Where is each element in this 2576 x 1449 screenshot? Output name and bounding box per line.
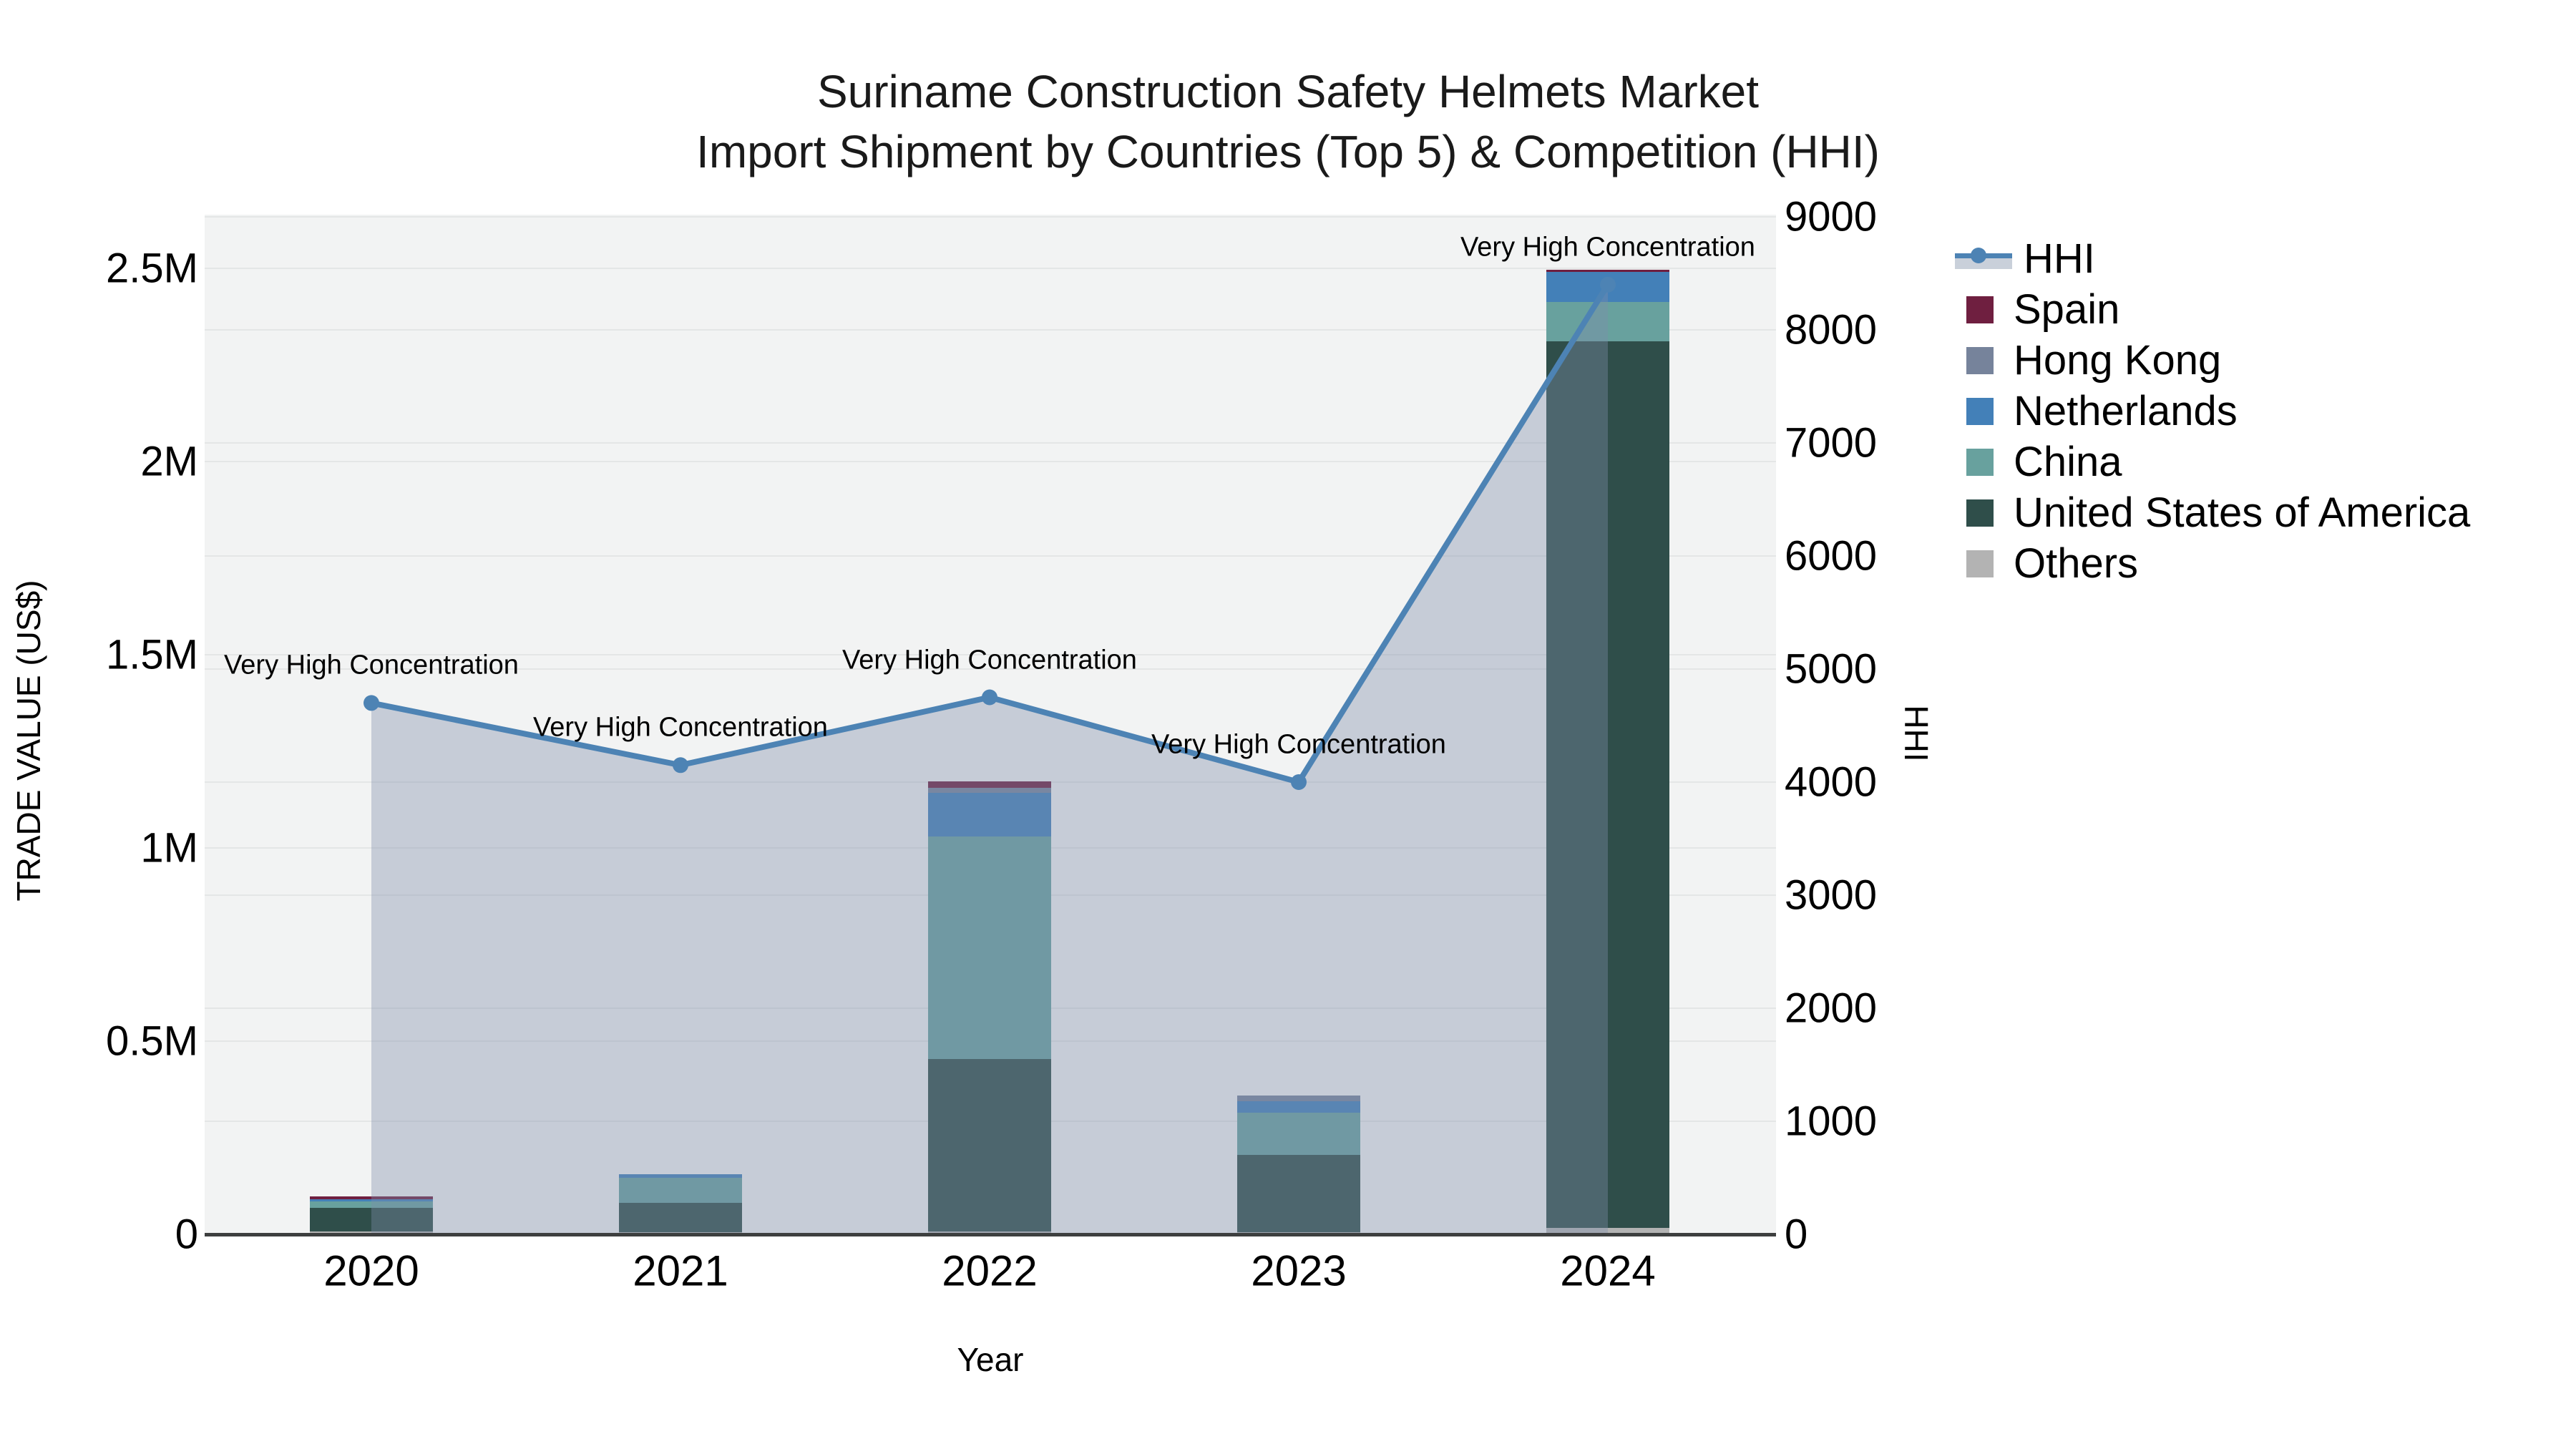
y-right-tick-1000: 1000: [1785, 1098, 1878, 1145]
x-tick-2023: 2023: [1251, 1246, 1347, 1295]
bar-netherlands-2021[interactable]: [619, 1174, 742, 1179]
hhi-annotation-2021: Very High Concentration: [533, 712, 828, 743]
spain-swatch-icon: [1966, 296, 1994, 323]
x-tick-2020: 2020: [323, 1246, 419, 1295]
chart-title: Suriname Construction Safety Helmets Mar…: [816, 66, 1760, 117]
china-swatch-icon: [1966, 448, 1994, 476]
chart-figure: Suriname Construction Safety Helmets Mar…: [0, 0, 2576, 1449]
hong-kong-swatch-icon: [1966, 346, 1994, 374]
x-tick-2022: 2022: [942, 1246, 1038, 1295]
legend-item-others[interactable]: Others: [1966, 538, 2470, 589]
bar-spain-2020[interactable]: [310, 1196, 433, 1200]
legend-label-spain: Spain: [2014, 286, 2120, 333]
gridline-trade-2.5M: [205, 268, 1776, 269]
hhi-annotation-2020: Very High Concentration: [224, 650, 519, 680]
y-right-tick-9000: 9000: [1785, 193, 1878, 240]
gridline-hhi-8000: [205, 329, 1776, 331]
gridline-hhi-6000: [205, 555, 1776, 557]
y-right-tick-6000: 6000: [1785, 532, 1878, 580]
y-left-tick-0.5M: 0.5M: [106, 1018, 198, 1065]
y-right-tick-3000: 3000: [1785, 872, 1878, 919]
x-tick-2024: 2024: [1560, 1246, 1656, 1295]
y-right-tick-5000: 5000: [1785, 645, 1878, 693]
y-left-tick-1M: 1M: [140, 824, 198, 872]
legend-item-hong-kong[interactable]: Hong Kong: [1966, 335, 2470, 386]
right-axis-title: HHI: [1898, 705, 1935, 762]
bar-hong-kong-2022[interactable]: [928, 787, 1051, 793]
x-axis-line: [205, 1233, 1776, 1236]
bar-united-states-of-america-2022[interactable]: [928, 1059, 1051, 1232]
legend-label-hhi: HHI: [2024, 235, 2095, 282]
bar-china-2021[interactable]: [619, 1178, 742, 1204]
y-right-tick-7000: 7000: [1785, 419, 1878, 467]
bar-netherlands-2023[interactable]: [1237, 1101, 1360, 1113]
gridline-hhi-7000: [205, 442, 1776, 444]
bar-china-2022[interactable]: [928, 836, 1051, 1060]
hhi-point-2023[interactable]: [1291, 774, 1307, 790]
y-left-tick-2.5M: 2.5M: [106, 245, 198, 292]
bar-china-2024[interactable]: [1546, 301, 1669, 342]
legend-label-hong-kong: Hong Kong: [2014, 337, 2222, 384]
bar-netherlands-2022[interactable]: [928, 792, 1051, 837]
legend-item-spain[interactable]: Spain: [1966, 284, 2470, 335]
gridline-trade-2M: [205, 461, 1776, 462]
chart-subtitle: Import Shipment by Countries (Top 5) & C…: [696, 126, 1880, 177]
hhi-point-2020[interactable]: [364, 695, 379, 711]
y-right-tick-2000: 2000: [1785, 985, 1878, 1032]
legend-label-china: China: [2014, 439, 2122, 485]
hhi-legend-dot: [1971, 247, 1986, 263]
legend-item-hhi[interactable]: HHI: [1955, 233, 2470, 284]
hhi-annotation-2022: Very High Concentration: [842, 645, 1137, 675]
legend-label-united-states-of-america: United States of America: [2014, 489, 2471, 536]
hhi-point-2021[interactable]: [673, 757, 688, 774]
hhi-point-2024[interactable]: [1600, 276, 1616, 293]
x-axis-title: Year: [957, 1341, 1024, 1378]
legend: HHI Spain Hong Kong Netherlands China United …: [1955, 233, 2470, 589]
hhi-annotation-2023: Very High Concentration: [1151, 729, 1446, 760]
netherlands-swatch-icon: [1966, 397, 1994, 425]
bar-spain-2022[interactable]: [928, 781, 1051, 788]
bar-united-states-of-america-2021[interactable]: [619, 1203, 742, 1232]
bar-united-states-of-america-2020[interactable]: [310, 1208, 433, 1231]
hhi-annotation-2024: Very High Concentration: [1460, 232, 1755, 263]
y-left-tick-1.5M: 1.5M: [106, 631, 198, 678]
y-left-tick-0: 0: [175, 1211, 198, 1258]
united-states-of-america-swatch-icon: [1966, 499, 1994, 527]
legend-item-china[interactable]: China: [1966, 436, 2470, 487]
x-tick-2021: 2021: [633, 1246, 728, 1295]
bar-united-states-of-america-2023[interactable]: [1237, 1155, 1360, 1233]
gridline-hhi-9000: [205, 216, 1776, 218]
y-right-tick-8000: 8000: [1785, 306, 1878, 353]
hhi-point-2022[interactable]: [982, 689, 997, 706]
bar-spain-2024[interactable]: [1546, 269, 1669, 272]
left-axis-title: TRADE VALUE (US$): [10, 580, 47, 902]
bar-china-2023[interactable]: [1237, 1112, 1360, 1156]
legend-item-united-states-of-america[interactable]: United States of America: [1966, 487, 2470, 538]
legend-label-others: Others: [2014, 540, 2139, 587]
bar-netherlands-2020[interactable]: [310, 1199, 433, 1202]
hhi-line-legend-icon: [1955, 246, 2012, 272]
bar-hong-kong-2023[interactable]: [1237, 1095, 1360, 1101]
y-right-tick-0: 0: [1785, 1211, 1808, 1258]
y-right-tick-4000: 4000: [1785, 758, 1878, 806]
bar-united-states-of-america-2024[interactable]: [1546, 341, 1669, 1228]
legend-item-netherlands[interactable]: Netherlands: [1966, 386, 2470, 436]
bar-china-2020[interactable]: [310, 1201, 433, 1209]
legend-label-netherlands: Netherlands: [2014, 388, 2238, 434]
y-left-tick-2M: 2M: [140, 438, 198, 485]
others-swatch-icon: [1966, 550, 1994, 577]
